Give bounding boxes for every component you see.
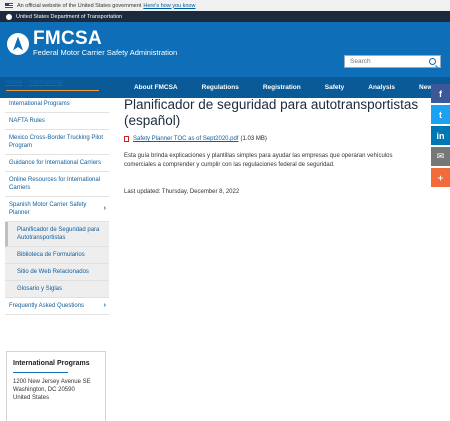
main-content: Planificador de seguridad para autotrans… xyxy=(124,97,424,195)
dot-logo-icon xyxy=(6,13,12,20)
linkedin-icon[interactable]: in xyxy=(431,126,450,145)
gov-banner-text: An official website of the United States… xyxy=(17,2,142,9)
contact-title: International Programs xyxy=(13,360,90,367)
sidebar: International Programs NAFTA Rules Mexic… xyxy=(5,96,109,315)
sidebar-subitem-biblioteca[interactable]: Biblioteca de Formularios xyxy=(5,247,109,264)
nav-analysis[interactable]: Analysis xyxy=(368,84,395,91)
plus-icon[interactable]: + xyxy=(431,168,450,187)
main-nav: About FMCSA Regulations Registration Saf… xyxy=(0,77,450,98)
brand-title: FMCSA xyxy=(33,28,103,49)
gov-banner: An official website of the United States… xyxy=(0,0,450,11)
brand-subtitle: Federal Motor Carrier Safety Administrat… xyxy=(33,48,178,57)
contact-address-line2: Washington, DC 20590 xyxy=(13,387,75,393)
sidebar-item-mexico-pilot[interactable]: Mexico Cross-Border Trucking Pilot Progr… xyxy=(5,130,109,155)
heres-how-you-know-link[interactable]: Here's how you know xyxy=(143,3,195,9)
sidebar-subitem-sitio-web[interactable]: Sitio de Web Relacionados xyxy=(5,264,109,281)
last-updated: Last updated: Thursday, December 8, 2022 xyxy=(124,189,240,195)
breadcrumb: Home / International xyxy=(6,80,63,86)
document-size: (1.03 MB) xyxy=(240,136,267,142)
chevron-right-icon[interactable]: › xyxy=(104,205,106,213)
facebook-icon[interactable]: f xyxy=(431,84,450,103)
search-input[interactable] xyxy=(345,58,425,65)
search-icon[interactable] xyxy=(429,58,436,65)
page-description: Esta guía brinda explicaciones y plantil… xyxy=(124,153,393,168)
sidebar-item-online-resources[interactable]: Online Resources for International Carri… xyxy=(5,172,109,197)
sidebar-subitem-glosario[interactable]: Glosario y Siglas xyxy=(5,281,109,298)
flag-icon xyxy=(5,3,13,8)
sidebar-sublist: Planificador de Seguridad para Autotrans… xyxy=(5,222,109,298)
dot-banner-text[interactable]: United States Department of Transportati… xyxy=(16,14,122,20)
site-header: FMCSA Federal Motor Carrier Safety Admin… xyxy=(0,22,450,77)
sidebar-item-guidance[interactable]: Guidance for International Carriers xyxy=(5,155,109,172)
sidebar-item-spanish-planner[interactable]: Spanish Motor Carrier Safety Planner › xyxy=(5,197,109,222)
nav-safety[interactable]: Safety xyxy=(325,84,345,91)
contact-box: International Programs 1200 New Jersey A… xyxy=(6,351,106,421)
dot-banner: United States Department of Transportati… xyxy=(0,11,450,22)
document-link[interactable]: Safety Planner TOC as of Sept2020.pdf xyxy=(133,136,239,142)
contact-address-line3: United States xyxy=(13,395,50,401)
sidebar-item-faq[interactable]: Frequently Asked Questions › xyxy=(5,298,109,315)
contact-address-line1: 1200 New Jersey Avenue SE xyxy=(13,379,91,385)
fmcsa-logo-icon xyxy=(7,32,29,55)
share-bar: f t in ✉ + xyxy=(431,84,450,189)
nav-regulations[interactable]: Regulations xyxy=(202,84,239,91)
sidebar-subitem-planificador[interactable]: Planificador de Seguridad para Autotrans… xyxy=(5,222,109,247)
pdf-icon xyxy=(124,136,129,142)
brand-home-link[interactable]: FMCSA Federal Motor Carrier Safety Admin… xyxy=(7,28,178,57)
email-icon[interactable]: ✉ xyxy=(431,147,450,166)
page-title: Planificador de seguridad para autotrans… xyxy=(124,97,419,128)
breadcrumb-home[interactable]: Home xyxy=(6,80,22,86)
sidebar-item-nafta-rules[interactable]: NAFTA Rules xyxy=(5,113,109,130)
document-link-row: Safety Planner TOC as of Sept2020.pdf (1… xyxy=(124,136,424,142)
twitter-icon[interactable]: t xyxy=(431,105,450,124)
sidebar-item-international-programs[interactable]: International Programs xyxy=(5,96,109,113)
breadcrumb-international[interactable]: International xyxy=(30,80,63,86)
nav-about[interactable]: About FMCSA xyxy=(134,84,178,91)
search-box xyxy=(344,55,441,68)
breadcrumb-divider xyxy=(6,90,99,91)
contact-divider xyxy=(13,372,68,373)
nav-registration[interactable]: Registration xyxy=(263,84,301,91)
chevron-right-icon[interactable]: › xyxy=(104,302,106,310)
